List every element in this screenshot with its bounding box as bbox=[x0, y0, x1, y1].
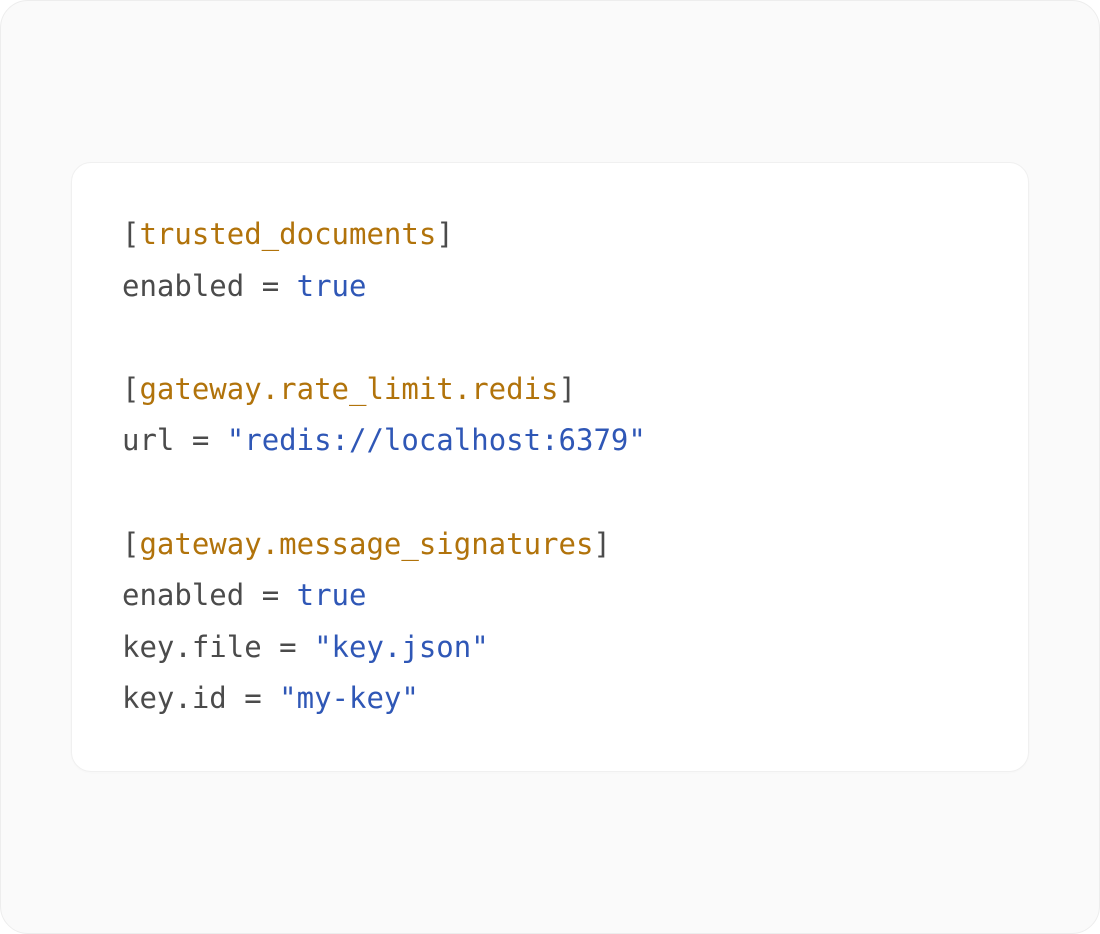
config-value: "key.json" bbox=[314, 630, 489, 664]
config-key: url bbox=[122, 423, 174, 457]
bracket-open: [ bbox=[122, 372, 139, 406]
outer-card: [trusted_documents] enabled = true [gate… bbox=[0, 0, 1100, 934]
config-key: enabled bbox=[122, 578, 244, 612]
equals-sign: = bbox=[262, 269, 279, 303]
code-block-card: [trusted_documents] enabled = true [gate… bbox=[71, 162, 1029, 772]
bracket-close: ] bbox=[593, 527, 610, 561]
config-value: "redis://localhost:6379" bbox=[227, 423, 646, 457]
equals-sign: = bbox=[262, 578, 279, 612]
config-value: true bbox=[297, 269, 367, 303]
equals-sign: = bbox=[244, 681, 261, 715]
config-key: enabled bbox=[122, 269, 244, 303]
section-name: trusted_documents bbox=[139, 217, 436, 251]
section-name: gateway.message_signatures bbox=[139, 527, 593, 561]
config-value: true bbox=[297, 578, 367, 612]
config-value: "my-key" bbox=[279, 681, 419, 715]
bracket-open: [ bbox=[122, 217, 139, 251]
bracket-close: ] bbox=[559, 372, 576, 406]
equals-sign: = bbox=[279, 630, 296, 664]
bracket-open: [ bbox=[122, 527, 139, 561]
config-key: key.file bbox=[122, 630, 262, 664]
config-key: key.id bbox=[122, 681, 227, 715]
bracket-close: ] bbox=[436, 217, 453, 251]
section-name: gateway.rate_limit.redis bbox=[139, 372, 558, 406]
toml-code-block: [trusted_documents] enabled = true [gate… bbox=[122, 209, 978, 725]
equals-sign: = bbox=[192, 423, 209, 457]
